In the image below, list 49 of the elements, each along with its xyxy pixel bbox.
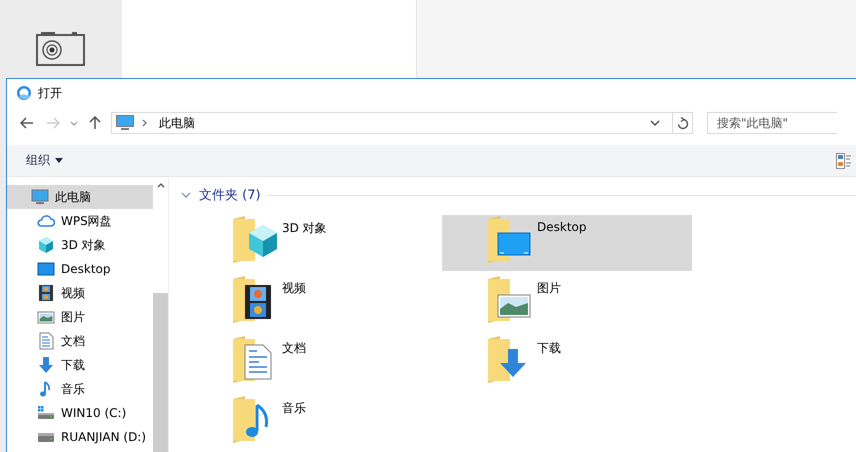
chevron-down-icon: [650, 120, 660, 126]
view-layout-icon: [836, 152, 852, 168]
organize-menu-button[interactable]: 组织: [23, 150, 66, 171]
chevron-down-icon: [70, 120, 78, 126]
document-icon: [37, 332, 55, 350]
back-arrow-icon: [20, 117, 34, 129]
folder-item[interactable]: 音乐: [187, 395, 437, 451]
address-path: 此电脑: [159, 114, 196, 132]
folder-item[interactable]: 下载: [442, 335, 692, 391]
sidebar-item[interactable]: 下载: [7, 353, 153, 377]
sidebar-item[interactable]: 3D 对象: [7, 233, 153, 257]
computer-icon: [116, 115, 134, 131]
scrollbar-thumb[interactable]: [153, 293, 168, 452]
sidebar-item[interactable]: WPS网盘: [7, 209, 153, 233]
camera-icon: [36, 32, 86, 66]
desktop-icon: [37, 260, 55, 278]
computer-icon: [31, 188, 49, 206]
cloud-icon: [37, 212, 55, 230]
chevron-down-icon: [181, 192, 191, 198]
folder-item[interactable]: 文档: [187, 335, 437, 391]
chevron-right-icon: [142, 119, 147, 127]
forward-arrow-icon: [46, 117, 60, 129]
sidebar-item[interactable]: 视频: [7, 281, 153, 305]
sidebar-item[interactable]: WIN10 (C:): [7, 401, 153, 425]
sidebar-item[interactable]: 此电脑: [7, 185, 153, 209]
sidebar-item[interactable]: Desktop: [7, 257, 153, 281]
sidebar-item[interactable]: 文档: [7, 329, 153, 353]
address-bar[interactable]: 此电脑: [111, 112, 693, 134]
cube-icon: [37, 236, 55, 254]
folder-with-cube-icon: [231, 215, 279, 265]
window-title: 打开: [38, 84, 62, 102]
section-toggle[interactable]: 文件夹 (7): [179, 186, 261, 204]
sidebar-item[interactable]: RUANJIAN (D:): [7, 425, 153, 449]
scroll-up-icon: [156, 183, 164, 188]
app-logo-icon: [16, 85, 32, 101]
folder-item[interactable]: 图片: [442, 275, 692, 331]
folder-item[interactable]: Desktop: [442, 215, 692, 271]
sidebar-item[interactable]: 音乐: [7, 377, 153, 401]
view-options-button[interactable]: [836, 152, 852, 168]
folder-item[interactable]: 视频: [187, 275, 437, 331]
caret-icon: [55, 158, 63, 163]
search-field[interactable]: 搜索"此电脑": [707, 112, 837, 134]
up-arrow-icon: [89, 116, 101, 130]
film-icon: [37, 284, 55, 302]
sidebar-item[interactable]: 图片: [7, 305, 153, 329]
down-arrow-icon: [37, 356, 55, 374]
refresh-icon: [676, 116, 688, 130]
system-drive-icon: [37, 404, 55, 422]
folder-item[interactable]: 3D 对象: [187, 215, 437, 271]
